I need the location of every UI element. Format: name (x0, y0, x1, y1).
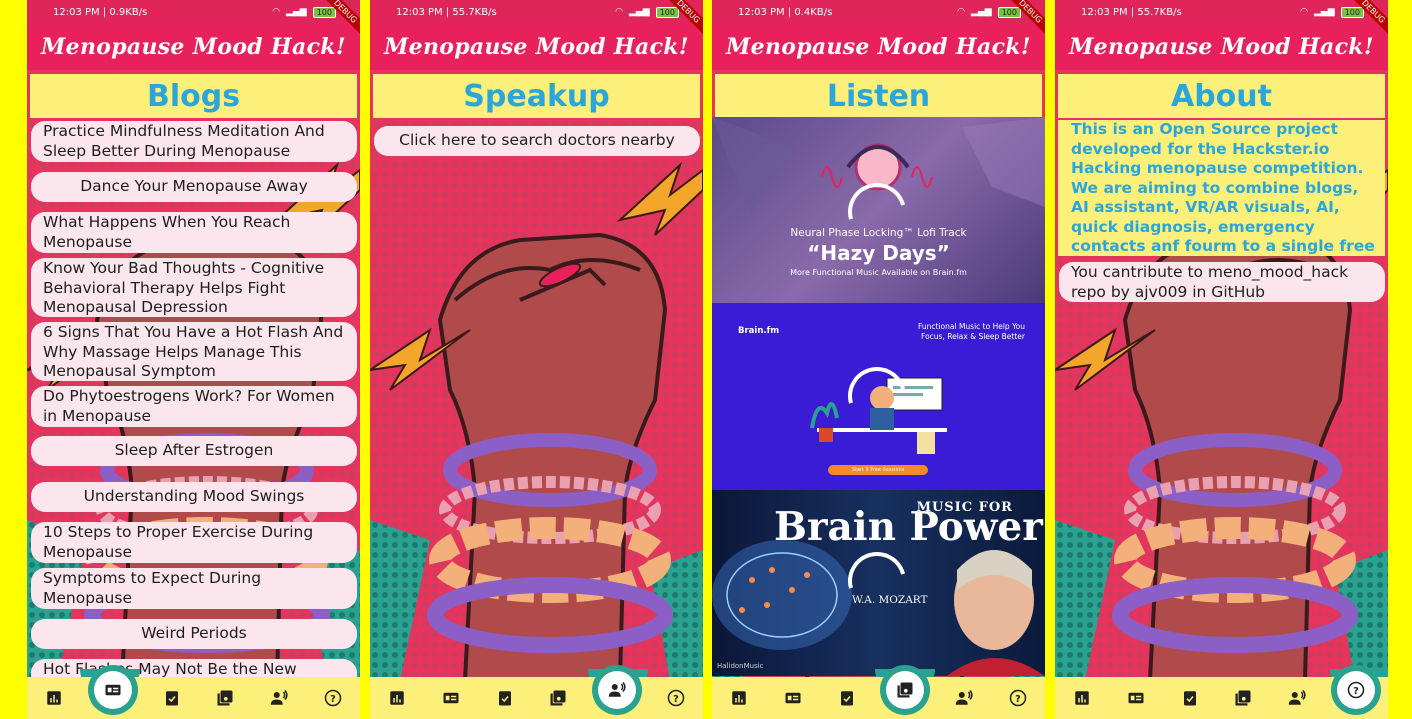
article-icon[interactable] (437, 684, 465, 712)
library-music-icon[interactable] (886, 671, 925, 709)
signal-icon: ▂▄▆ (970, 7, 992, 17)
article-icon[interactable] (1122, 684, 1150, 712)
signal-icon: ▂▄▆ (285, 7, 307, 17)
page-title: About (1058, 74, 1385, 118)
insights-icon[interactable] (40, 684, 68, 712)
label-name: HalidonMusic (717, 662, 764, 670)
screen-speakup: 12:03 PM | 55.7KB/s ◠ ▂▄▆ 100 DEBUG Menopa… (370, 0, 703, 719)
github-contribute-link[interactable]: You cantribute to meno_mood_hack repo by… (1059, 262, 1385, 302)
status-bar: 12:03 PM | 55.7KB/s ◠ ▂▄▆ 100 (1055, 0, 1388, 24)
blog-item[interactable]: Understanding Mood Swings (31, 482, 357, 512)
checklist-icon[interactable] (1176, 684, 1204, 712)
blog-item[interactable]: 10 Steps to Proper Exercise During Menop… (31, 522, 357, 563)
popart-background (370, 70, 703, 680)
composer-label: W.A. MOZART (852, 594, 928, 606)
status-bar: 12:03 PM | 0.4KB/s ◠ ▂▄▆ 100 (712, 0, 1045, 24)
app-bar: Menopause Mood Hack! (712, 24, 1045, 70)
help-icon[interactable]: ? (1004, 684, 1032, 712)
blog-item[interactable]: Sleep After Estrogen (31, 436, 357, 466)
wifi-icon: ◠ (272, 7, 280, 17)
insights-icon[interactable] (1068, 684, 1096, 712)
bottom-nav: ? (370, 671, 703, 719)
app-bar: Menopause Mood Hack! (370, 24, 703, 70)
svg-text:?: ? (330, 694, 336, 705)
track-thumbnail-brainfm[interactable]: Brain.fm Functional Music to Help You Foc… (712, 303, 1045, 490)
battery-icon: 100 (312, 6, 336, 18)
insights-icon[interactable] (725, 684, 753, 712)
app-title: Menopause Mood Hack! (41, 34, 346, 60)
insights-icon[interactable] (383, 684, 411, 712)
blog-item[interactable]: Know Your Bad Thoughts - Cognitive Behav… (31, 258, 357, 317)
checklist-icon[interactable] (833, 684, 861, 712)
app-title: Menopause Mood Hack! (1069, 34, 1374, 60)
help-icon[interactable]: ? (319, 684, 347, 712)
track-thumbnail-brain-power[interactable]: MUSIC FOR Brain Power W.A. MOZART Halido… (712, 490, 1045, 676)
wifi-icon: ◠ (615, 7, 623, 17)
app-bar: Menopause Mood Hack! (27, 24, 360, 70)
checklist-icon[interactable] (158, 684, 186, 712)
bottom-nav: ? (27, 671, 360, 719)
signal-icon: ▂▄▆ (628, 7, 650, 17)
about-description: This is an Open Source project developed… (1058, 120, 1385, 275)
bottom-nav: ? (712, 671, 1045, 719)
article-icon[interactable] (779, 684, 807, 712)
status-bar: 12:03 PM | 0.9KB/s ◠ ▂▄▆ 100 (27, 0, 360, 24)
battery-icon: 100 (997, 6, 1021, 18)
blog-item[interactable]: Practice Mindfulness Meditation And Slee… (31, 121, 357, 162)
record-voice-icon[interactable] (950, 684, 978, 712)
help-icon[interactable]: ? (1337, 671, 1376, 709)
battery-icon: 100 (655, 6, 679, 18)
library-music-icon[interactable] (544, 684, 572, 712)
search-doctors-button[interactable]: Click here to search doctors nearby (374, 126, 700, 156)
blog-item[interactable]: Weird Periods (31, 619, 357, 649)
record-voice-icon[interactable] (1283, 684, 1311, 712)
track-thumbnail-hazy-days[interactable]: Neural Phase Locking™ Lofi Track “Hazy D… (712, 117, 1045, 303)
status-bar: 12:03 PM | 55.7KB/s ◠ ▂▄▆ 100 (370, 0, 703, 24)
svg-text:?: ? (1353, 686, 1359, 697)
blog-item[interactable]: What Happens When You Reach Menopause (31, 212, 357, 253)
brand-label: Brain.fm (738, 326, 780, 336)
track-caption: More Functional Music Available on Brain… (790, 268, 967, 277)
track-subtitle: Neural Phase Locking™ Lofi Track (790, 227, 967, 239)
screen-blogs: 12:03 PM | 0.9KB/s ◠ ▂▄▆ 100 DEBUG Menopau… (27, 0, 360, 719)
checklist-icon[interactable] (491, 684, 519, 712)
help-icon[interactable]: ? (662, 684, 690, 712)
brain-power-title: Brain Power (774, 504, 1043, 550)
bottom-nav: ? (1055, 671, 1388, 719)
library-music-icon[interactable] (211, 684, 239, 712)
tagline: Functional Music to Help You Focus, Relax… (917, 322, 1025, 341)
blog-item[interactable]: 6 Signs That You Have a Hot Flash And Wh… (31, 322, 357, 381)
page-title: Speakup (373, 74, 700, 118)
wifi-icon: ◠ (957, 7, 965, 17)
blog-item[interactable]: Dance Your Menopause Away (31, 172, 357, 202)
signal-icon: ▂▄▆ (1313, 7, 1335, 17)
svg-text:?: ? (673, 694, 679, 705)
screen-listen: 12:03 PM | 0.4KB/s ◠ ▂▄▆ 100 DEBUG Menopau… (712, 0, 1045, 719)
wifi-icon: ◠ (1300, 7, 1308, 17)
battery-icon: 100 (1340, 6, 1364, 18)
free-sessions-button: Start 5 Free Sessions (828, 465, 928, 475)
app-title: Menopause Mood Hack! (726, 34, 1031, 60)
article-icon[interactable] (93, 671, 132, 709)
page-title: Blogs (30, 74, 357, 118)
app-title: Menopause Mood Hack! (384, 34, 689, 60)
track-title: “Hazy Days” (807, 241, 950, 265)
svg-text:?: ? (1015, 694, 1021, 705)
page-title: Listen (715, 74, 1042, 118)
app-bar: Menopause Mood Hack! (1055, 24, 1388, 70)
blog-item[interactable]: Symptoms to Expect During Menopause (31, 568, 357, 609)
screen-about: 12:03 PM | 55.7KB/s ◠ ▂▄▆ 100 DEBUG Menopa… (1055, 0, 1388, 719)
record-voice-icon[interactable] (598, 671, 637, 709)
blog-item[interactable]: Do Phytoestrogens Work? For Women in Men… (31, 386, 357, 427)
library-music-icon[interactable] (1229, 684, 1257, 712)
record-voice-icon[interactable] (265, 684, 293, 712)
